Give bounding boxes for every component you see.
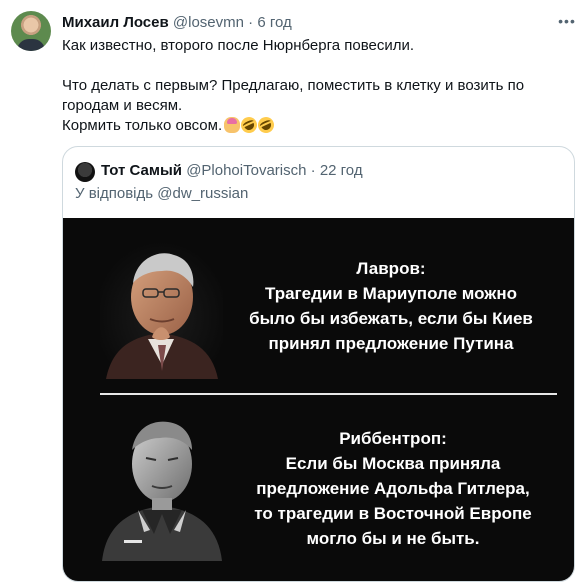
ribbentrop-portrait — [98, 406, 226, 561]
tweet-text-line: Кормить только овсом. — [62, 114, 572, 136]
quoted-tweet[interactable]: Тот Самый @PlohoiTovarisch · 22 год У ві… — [62, 146, 575, 582]
tweet[interactable]: Михаил Лосев @losevmn · 6 год ••• Как из… — [0, 0, 586, 585]
rolling-on-floor-laughing-emoji — [255, 114, 277, 136]
tweet-text-line: Как известно, второго после Нюрнберга по… — [62, 37, 415, 54]
quoted-author-handle[interactable]: @PlohoiTovarisch — [186, 162, 306, 179]
lavrov-quote: Лавров: Трагедии в Мариуполе можно было … — [231, 256, 551, 356]
tweet-text-line: Что делать с первым? Предлагаю, поместит… — [62, 77, 525, 94]
quoted-tweet-header: Тот Самый @PlohoiTovarisch · 22 год — [101, 161, 363, 181]
quoted-author-name[interactable]: Тот Самый — [101, 162, 182, 179]
quoted-tweet-timestamp[interactable]: 22 год — [320, 162, 363, 179]
quote-line: Трагедии в Мариуполе можно — [264, 284, 517, 303]
face-palm-emoji — [224, 117, 241, 133]
ribbentrop-quote: Риббентроп: Если бы Москва приняла предл… — [233, 426, 553, 551]
quote-line: было бы избежать, если бы Киев — [249, 309, 533, 328]
quote-line: то трагедии в Восточной Европе — [254, 504, 532, 523]
lavrov-portrait — [100, 241, 223, 379]
quoted-tweet-image[interactable]: Лавров: Трагедии в Мариуполе можно было … — [63, 218, 574, 581]
tweet-header: Михаил Лосев @losevmn · 6 год — [62, 13, 292, 33]
quoted-author-avatar[interactable] — [75, 162, 95, 182]
rolling-on-floor-laughing-emoji — [238, 114, 260, 136]
quote-line: предложение Адольфа Гитлера, — [256, 479, 530, 498]
tweet-text-line: городам и весям. — [62, 97, 183, 114]
emoji-group — [224, 114, 277, 136]
reply-context[interactable]: У відповідь @dw_russian — [75, 184, 248, 204]
more-options-icon[interactable]: ••• — [556, 12, 578, 32]
quote-line: Риббентроп: — [339, 429, 447, 448]
quote-line: принял предложение Путина — [268, 334, 514, 353]
author-avatar[interactable] — [11, 11, 51, 51]
quote-line: могло бы и не быть. — [306, 529, 480, 548]
quoted-header-separator: · — [310, 162, 316, 179]
tweet-text-line-content: Кормить только овсом. — [62, 117, 223, 134]
author-name[interactable]: Михаил Лосев — [62, 14, 169, 31]
image-divider — [100, 393, 557, 395]
tweet-text: Как известно, второго после Нюрнберга по… — [62, 36, 572, 136]
tweet-timestamp[interactable]: 6 год — [257, 14, 291, 31]
quote-line: Лавров: — [356, 259, 426, 278]
quote-line: Если бы Москва приняла — [285, 454, 501, 473]
header-separator: · — [248, 14, 254, 31]
author-handle[interactable]: @losevmn — [173, 14, 244, 31]
